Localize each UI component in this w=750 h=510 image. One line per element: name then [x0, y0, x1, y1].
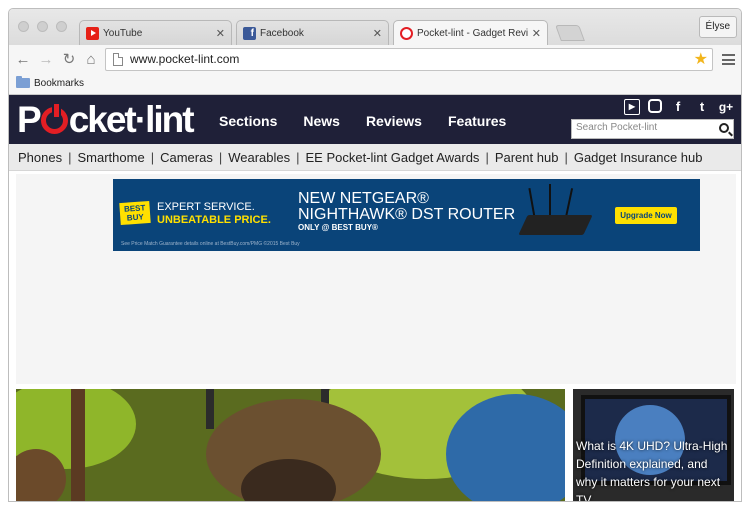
close-icon[interactable]: ✕	[532, 27, 541, 40]
new-tab-button[interactable]	[555, 25, 585, 41]
window-controls	[18, 21, 67, 32]
subnav-insurance-hub[interactable]: Gadget Insurance hub	[574, 150, 703, 165]
tab-facebook[interactable]: f Facebook ✕	[236, 20, 389, 45]
url-text[interactable]: www.pocket-lint.com	[130, 52, 239, 66]
router-image	[518, 215, 593, 235]
site-logo[interactable]: P cket·lint	[17, 97, 195, 143]
nav-news[interactable]: News	[303, 95, 340, 144]
forward-icon[interactable]: →	[37, 51, 55, 69]
ad-headline-line2: NIGHTHAWK® DST ROUTER	[298, 206, 516, 223]
search-icon[interactable]	[719, 123, 729, 133]
divider: |	[218, 149, 223, 165]
site-search-box[interactable]: Search Pocket-lint	[571, 119, 734, 139]
bookmark-star-icon[interactable]: ★	[694, 49, 708, 69]
home-icon[interactable]: ⌂	[82, 51, 100, 69]
facebook-icon: f	[243, 26, 256, 40]
page-viewport: P cket·lint Sections News Reviews Featur…	[9, 95, 741, 501]
ad-banner[interactable]: BEST BUY EXPERT SERVICE. UNBEATABLE PRIC…	[113, 179, 700, 251]
close-icon[interactable]: ✕	[216, 27, 225, 40]
subnav-wearables[interactable]: Wearables	[228, 150, 290, 165]
instagram-icon[interactable]	[648, 99, 662, 113]
nav-sections[interactable]: Sections	[219, 95, 277, 144]
bookmarks-folder[interactable]: Bookmarks	[34, 78, 84, 89]
tree-trunk	[71, 389, 85, 501]
ad-tagline: EXPERT SERVICE. UNBEATABLE PRICE.	[157, 201, 271, 227]
ad-tagline-line1: EXPERT SERVICE.	[157, 201, 255, 213]
search-input[interactable]: Search Pocket-lint	[576, 122, 657, 133]
subnav-gadget-awards[interactable]: EE Pocket-lint Gadget Awards	[306, 150, 480, 165]
divider: |	[68, 149, 72, 165]
browser-window: YouTube ✕ f Facebook ✕ Pocket-lint - Gad…	[8, 8, 742, 502]
back-icon[interactable]: ←	[14, 51, 32, 69]
ad-tagline-line2: UNBEATABLE PRICE.	[157, 214, 271, 226]
close-window-button[interactable]	[18, 21, 29, 32]
ad-fineprint: See Price Match Guarantee details online…	[121, 241, 300, 247]
site-header: P cket·lint Sections News Reviews Featur…	[9, 95, 741, 144]
page-icon	[113, 53, 123, 66]
tab-title: Pocket-lint - Gadget Reviews	[417, 27, 528, 39]
maximize-window-button[interactable]	[56, 21, 67, 32]
pocket-lint-icon	[400, 26, 413, 40]
article-title[interactable]: What is 4K UHD? Ultra-High Definition ex…	[576, 437, 731, 501]
best-buy-logo: BEST BUY	[119, 200, 151, 226]
divider: |	[150, 149, 155, 165]
profile-button[interactable]: Élyse	[698, 16, 737, 38]
ad-area: BEST BUY EXPERT SERVICE. UNBEATABLE PRIC…	[16, 174, 736, 384]
nav-features[interactable]: Features	[448, 95, 506, 144]
ad-headline: NEW NETGEAR® NIGHTHAWK® DST ROUTER	[298, 191, 515, 223]
google-plus-icon[interactable]: g+	[718, 99, 734, 115]
tab-youtube[interactable]: YouTube ✕	[79, 20, 232, 45]
twitter-icon[interactable]: t	[694, 99, 710, 115]
folder-icon	[16, 76, 30, 88]
main-nav: Sections News Reviews Features	[219, 95, 532, 144]
youtube-icon[interactable]: ▶	[624, 99, 640, 115]
divider: |	[564, 149, 568, 165]
logo-text-start: P	[17, 99, 42, 140]
nav-reviews[interactable]: Reviews	[366, 95, 422, 144]
youtube-icon	[86, 26, 99, 40]
hero-image[interactable]	[16, 389, 565, 501]
ad-headline-line1: NEW NETGEAR®	[298, 190, 429, 207]
ad-only-text: ONLY @ BEST BUY®	[298, 223, 378, 232]
tab-strip: YouTube ✕ f Facebook ✕ Pocket-lint - Gad…	[9, 9, 741, 45]
article-card[interactable]: What is 4K UHD? Ultra-High Definition ex…	[573, 389, 734, 501]
facebook-icon[interactable]: f	[670, 99, 686, 115]
tab-title: YouTube	[103, 27, 143, 39]
subnav-phones[interactable]: Phones	[18, 150, 62, 165]
category-nav: Phones | Smarthome | Cameras | Wearables | E…	[9, 144, 741, 171]
router-antenna	[528, 188, 536, 218]
power-icon	[40, 103, 68, 134]
rifle-barrel	[206, 389, 214, 429]
tab-title: Facebook	[260, 27, 304, 39]
browser-toolbar: ← → ↻ ⌂ www.pocket-lint.com ★	[9, 45, 741, 75]
logo-text-end: cket·lint	[68, 99, 195, 140]
subnav-smarthome[interactable]: Smarthome	[77, 150, 144, 165]
social-links: ▶ f t g+	[624, 99, 734, 115]
menu-icon[interactable]	[722, 54, 735, 65]
tab-pocket-lint[interactable]: Pocket-lint - Gadget Reviews ✕	[393, 20, 548, 45]
upgrade-now-button[interactable]: Upgrade Now	[615, 207, 677, 224]
divider: |	[296, 149, 300, 165]
close-icon[interactable]: ✕	[373, 27, 382, 40]
address-bar[interactable]: www.pocket-lint.com ★	[105, 48, 713, 71]
router-antenna	[549, 184, 551, 218]
divider: |	[485, 149, 489, 165]
router-antenna	[564, 188, 574, 218]
subnav-parent-hub[interactable]: Parent hub	[495, 150, 559, 165]
subnav-cameras[interactable]: Cameras	[160, 150, 213, 165]
reload-icon[interactable]: ↻	[60, 51, 78, 69]
minimize-window-button[interactable]	[37, 21, 48, 32]
bookmarks-bar: Bookmarks	[9, 75, 741, 95]
